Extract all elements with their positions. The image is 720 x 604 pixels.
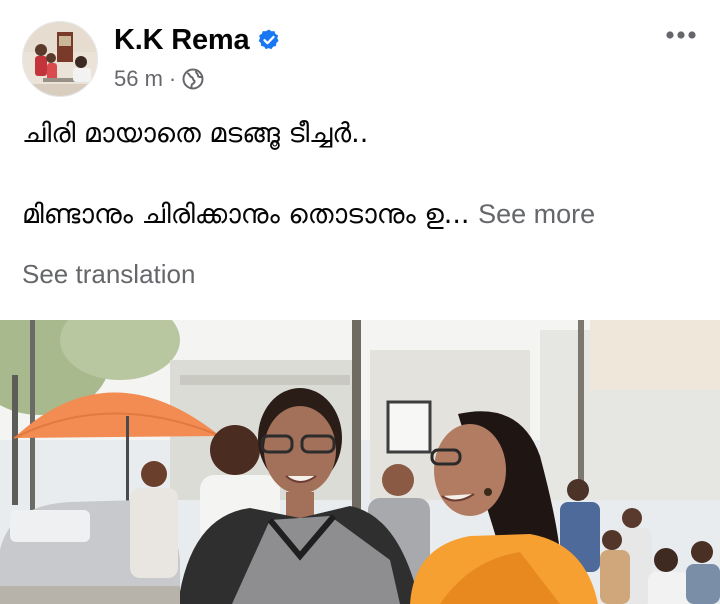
author-avatar[interactable] [22,21,98,97]
author-row: K.K Rema [114,22,281,58]
avatar-image [23,22,97,96]
more-options-button[interactable] [664,22,698,48]
post-text-line-1: ചിരി മായാതെ മടങ്ങൂ ടീച്ചർ.. [22,118,369,149]
post-text-line-2: മിണ്ടാനും ചിരിക്കാനും തൊടാനും ഉ... See m… [22,199,595,231]
post-meta: 56 m · [114,64,204,94]
author-name[interactable]: K.K Rema [114,24,250,57]
meta-separator: · [168,66,177,91]
post-photo[interactable] [0,320,720,604]
facebook-post: K.K Rema 56 m · ചിരി മായാതെ മടങ്ങൂ ടീച്ച… [0,0,720,604]
more-options-icon [666,31,696,39]
verified-badge-icon [257,28,281,52]
see-more-link[interactable]: See more [478,199,595,229]
see-translation-link[interactable]: See translation [22,259,195,290]
globe-icon[interactable] [182,68,204,90]
post-timestamp[interactable]: 56 m [114,66,163,92]
post-text-truncated: മിണ്ടാനും ചിരിക്കാനും തൊടാനും ഉ... [22,199,470,230]
photo-two-women-smiling [0,320,720,604]
